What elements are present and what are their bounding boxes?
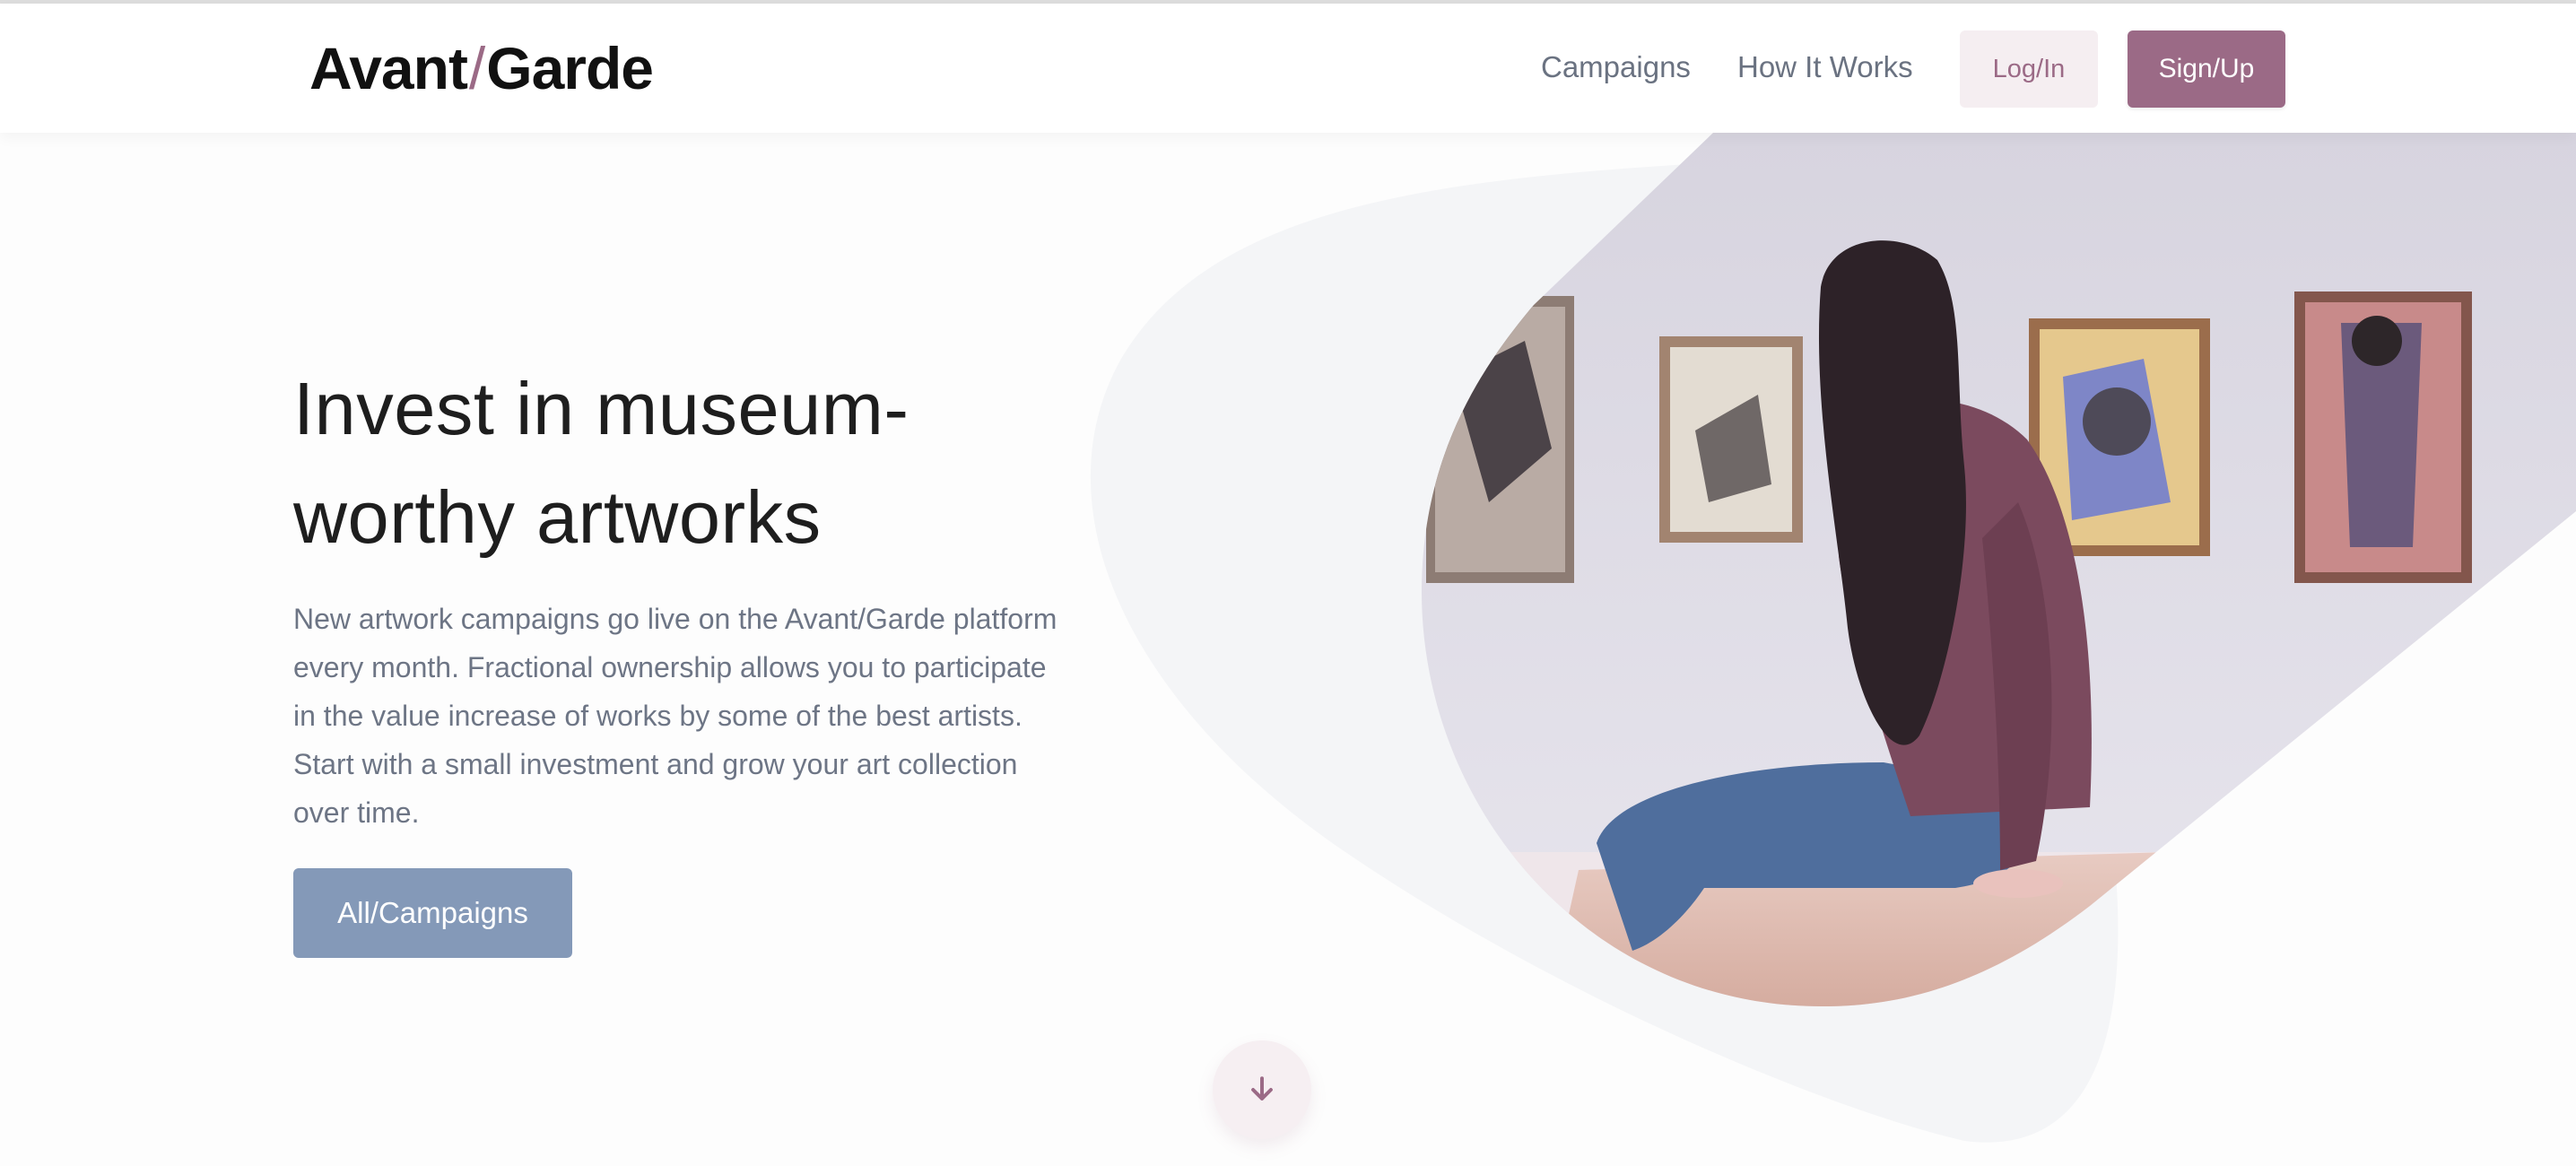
scroll-down-button[interactable] — [1213, 1040, 1311, 1139]
hero-image — [1422, 133, 2576, 1006]
site-header: Avant/Garde Campaigns How It Works Log/I… — [0, 4, 2576, 133]
logo-part-2: Garde — [486, 35, 654, 101]
all-campaigns-button[interactable]: All/Campaigns — [293, 868, 572, 958]
logo[interactable]: Avant/Garde — [309, 34, 654, 102]
logo-part-1: Avant — [309, 35, 468, 101]
signup-button[interactable]: Sign/Up — [2128, 30, 2285, 108]
login-button[interactable]: Log/In — [1960, 30, 2098, 108]
logo-slash: / — [468, 35, 485, 101]
nav-link-campaigns[interactable]: Campaigns — [1541, 50, 1691, 84]
nav-link-how-it-works[interactable]: How It Works — [1737, 50, 1913, 84]
hero-description: New artwork campaigns go live on the Ava… — [293, 603, 1057, 829]
arrow-down-icon — [1251, 1076, 1273, 1101]
hero-title: Invest in museum-worthy artworks — [293, 367, 909, 559]
